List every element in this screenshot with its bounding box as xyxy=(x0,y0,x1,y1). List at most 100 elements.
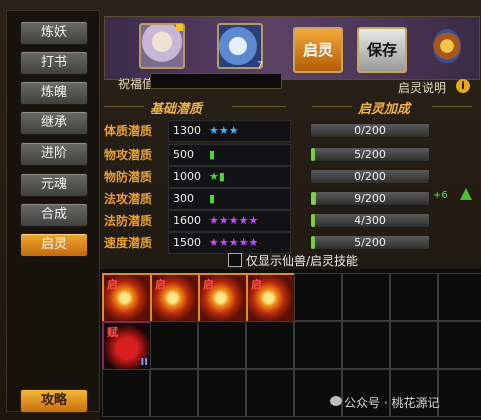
guide-button[interactable]: 攻略 xyxy=(20,389,88,413)
pet-level: 7 xyxy=(257,61,263,71)
pet-portrait-secondary[interactable]: 7 xyxy=(217,23,263,71)
quality-stars-icon: ★★★★★ xyxy=(209,236,259,249)
skill-tag: 启 xyxy=(251,278,262,291)
sidebar-item-jinjie[interactable]: 进阶 xyxy=(20,142,88,166)
skill-slot[interactable] xyxy=(438,369,481,417)
qiling-button[interactable]: 启灵 xyxy=(293,27,343,73)
skill-slot[interactable] xyxy=(342,273,390,321)
attribute-value-cell: 1500 ★★★★★ xyxy=(168,232,291,254)
skill-icon[interactable]: 赋 II xyxy=(102,321,152,371)
show-only-checkbox[interactable] xyxy=(228,253,242,267)
bonus-progress-text: 5/200 xyxy=(354,148,386,161)
skill-slot[interactable] xyxy=(150,321,198,369)
sidebar-item-yuanhun[interactable]: 元魂 xyxy=(20,173,88,197)
sidebar-item-dashu[interactable]: 打书 xyxy=(20,51,88,75)
sidebar-item-qiling[interactable]: 启灵 xyxy=(20,233,88,257)
attribute-value: 300 xyxy=(173,192,194,205)
bonus-progress-bar: 4/300 xyxy=(310,213,430,228)
star-badge-icon xyxy=(176,24,183,31)
bonus-progress-bar: 0/200 xyxy=(310,169,430,184)
skill-slot[interactable] xyxy=(246,321,294,369)
skill-slot[interactable] xyxy=(438,273,481,321)
show-only-label: 仅显示仙兽/启灵技能 xyxy=(246,254,359,268)
sidebar-item-hecheng[interactable]: 合成 xyxy=(20,203,88,227)
pet-banner: 7 启灵 保存 xyxy=(104,16,480,80)
skill-tag: 启 xyxy=(155,278,166,291)
quality-stars-icon: ★▮ xyxy=(209,170,225,183)
watermark: 公众号 · 桃花源记 xyxy=(344,396,440,410)
blessing-label: 祝福值 xyxy=(118,77,155,91)
quality-stars-icon: ▮ xyxy=(209,192,216,205)
attribute-row: 物防潜质 1000 ★▮ xyxy=(104,166,291,188)
info-icon[interactable]: i xyxy=(456,79,470,93)
attribute-value: 1500 xyxy=(173,236,201,249)
skill-slot[interactable] xyxy=(294,273,342,321)
skill-icon[interactable]: 启 xyxy=(246,273,296,323)
pet-portrait-main[interactable] xyxy=(139,23,185,69)
sidebar: 炼妖 打书 炼魄 继承 进阶 元魂 合成 启灵 攻略 xyxy=(6,10,100,413)
bonus-progress-bar: 5/200 xyxy=(310,235,430,250)
attribute-name: 体质潜质 xyxy=(104,124,153,138)
skill-slot[interactable] xyxy=(390,273,438,321)
divider xyxy=(232,106,286,107)
skill-slot[interactable] xyxy=(198,369,246,417)
bonus-progress-text: 4/300 xyxy=(354,214,386,227)
attribute-name: 法攻潜质 xyxy=(104,192,153,206)
up-arrow-icon xyxy=(460,188,472,200)
save-button[interactable]: 保存 xyxy=(357,27,407,73)
quality-stars-icon: ▮ xyxy=(209,148,216,161)
skill-slot[interactable] xyxy=(198,321,246,369)
divider xyxy=(312,106,352,107)
quality-stars-icon: ★★★ xyxy=(209,124,239,137)
section-title-base: 基础潜质 xyxy=(150,102,203,117)
attribute-value-cell: 300 ▮ xyxy=(168,188,291,210)
attribute-row: 体质潜质 1300 ★★★ xyxy=(104,120,291,142)
plus-indicator: +6 xyxy=(433,190,448,201)
sidebar-item-jicheng[interactable]: 继承 xyxy=(20,111,88,135)
skill-slot[interactable] xyxy=(390,321,438,369)
skill-slot[interactable] xyxy=(438,321,481,369)
attribute-name: 物防潜质 xyxy=(104,170,153,184)
section-title-bonus: 启灵加成 xyxy=(358,102,411,117)
bonus-progress-bar: 5/200 xyxy=(310,147,430,162)
skill-slot[interactable] xyxy=(294,321,342,369)
skill-tag: 启 xyxy=(107,278,118,291)
attribute-value-cell: 500 ▮ xyxy=(168,144,291,166)
bonus-progress-text: 9/200 xyxy=(354,192,386,205)
bonus-progress-bar: 9/200 xyxy=(310,191,430,206)
attribute-row: 法攻潜质 300 ▮ xyxy=(104,188,291,210)
blessing-bar xyxy=(150,73,282,89)
skill-slot[interactable] xyxy=(102,369,150,417)
attribute-value: 1000 xyxy=(173,170,201,183)
attribute-value: 1300 xyxy=(173,124,201,137)
skill-slot[interactable] xyxy=(150,369,198,417)
bonus-progress-text: 5/200 xyxy=(354,236,386,249)
attribute-row: 法防潜质 1600 ★★★★★ xyxy=(104,210,291,232)
skill-slot[interactable] xyxy=(294,369,342,417)
divider xyxy=(432,106,472,107)
bonus-progress-text: 0/200 xyxy=(354,124,386,137)
skill-slot[interactable] xyxy=(246,369,294,417)
attribute-row: 速度潜质 1500 ★★★★★ xyxy=(104,232,291,254)
attribute-name: 速度潜质 xyxy=(104,236,153,250)
emblem-icon[interactable] xyxy=(433,29,461,63)
skill-level: II xyxy=(140,357,148,368)
quality-stars-icon: ★★★★★ xyxy=(209,214,259,227)
sidebar-item-lianyao[interactable]: 炼妖 xyxy=(20,21,88,45)
skill-icon[interactable]: 启 xyxy=(102,273,152,323)
bonus-progress-text: 0/200 xyxy=(354,170,386,183)
qiling-explain-link[interactable]: 启灵说明 xyxy=(398,79,446,96)
attribute-value-cell: 1000 ★▮ xyxy=(168,166,291,188)
attribute-value-cell: 1600 ★★★★★ xyxy=(168,210,291,232)
wechat-icon xyxy=(330,396,342,406)
skill-icon[interactable]: 启 xyxy=(150,273,200,323)
attribute-row: 物攻潜质 500 ▮ xyxy=(104,144,291,166)
bonus-progress-bar: 0/200 xyxy=(310,123,430,138)
attribute-name: 物攻潜质 xyxy=(104,148,153,162)
skill-icon[interactable]: 启 xyxy=(198,273,248,323)
divider xyxy=(104,106,144,107)
sidebar-item-lianpo[interactable]: 炼魄 xyxy=(20,81,88,105)
skill-tag: 启 xyxy=(203,278,214,291)
skill-slot[interactable] xyxy=(342,321,390,369)
attribute-name: 法防潜质 xyxy=(104,214,153,228)
